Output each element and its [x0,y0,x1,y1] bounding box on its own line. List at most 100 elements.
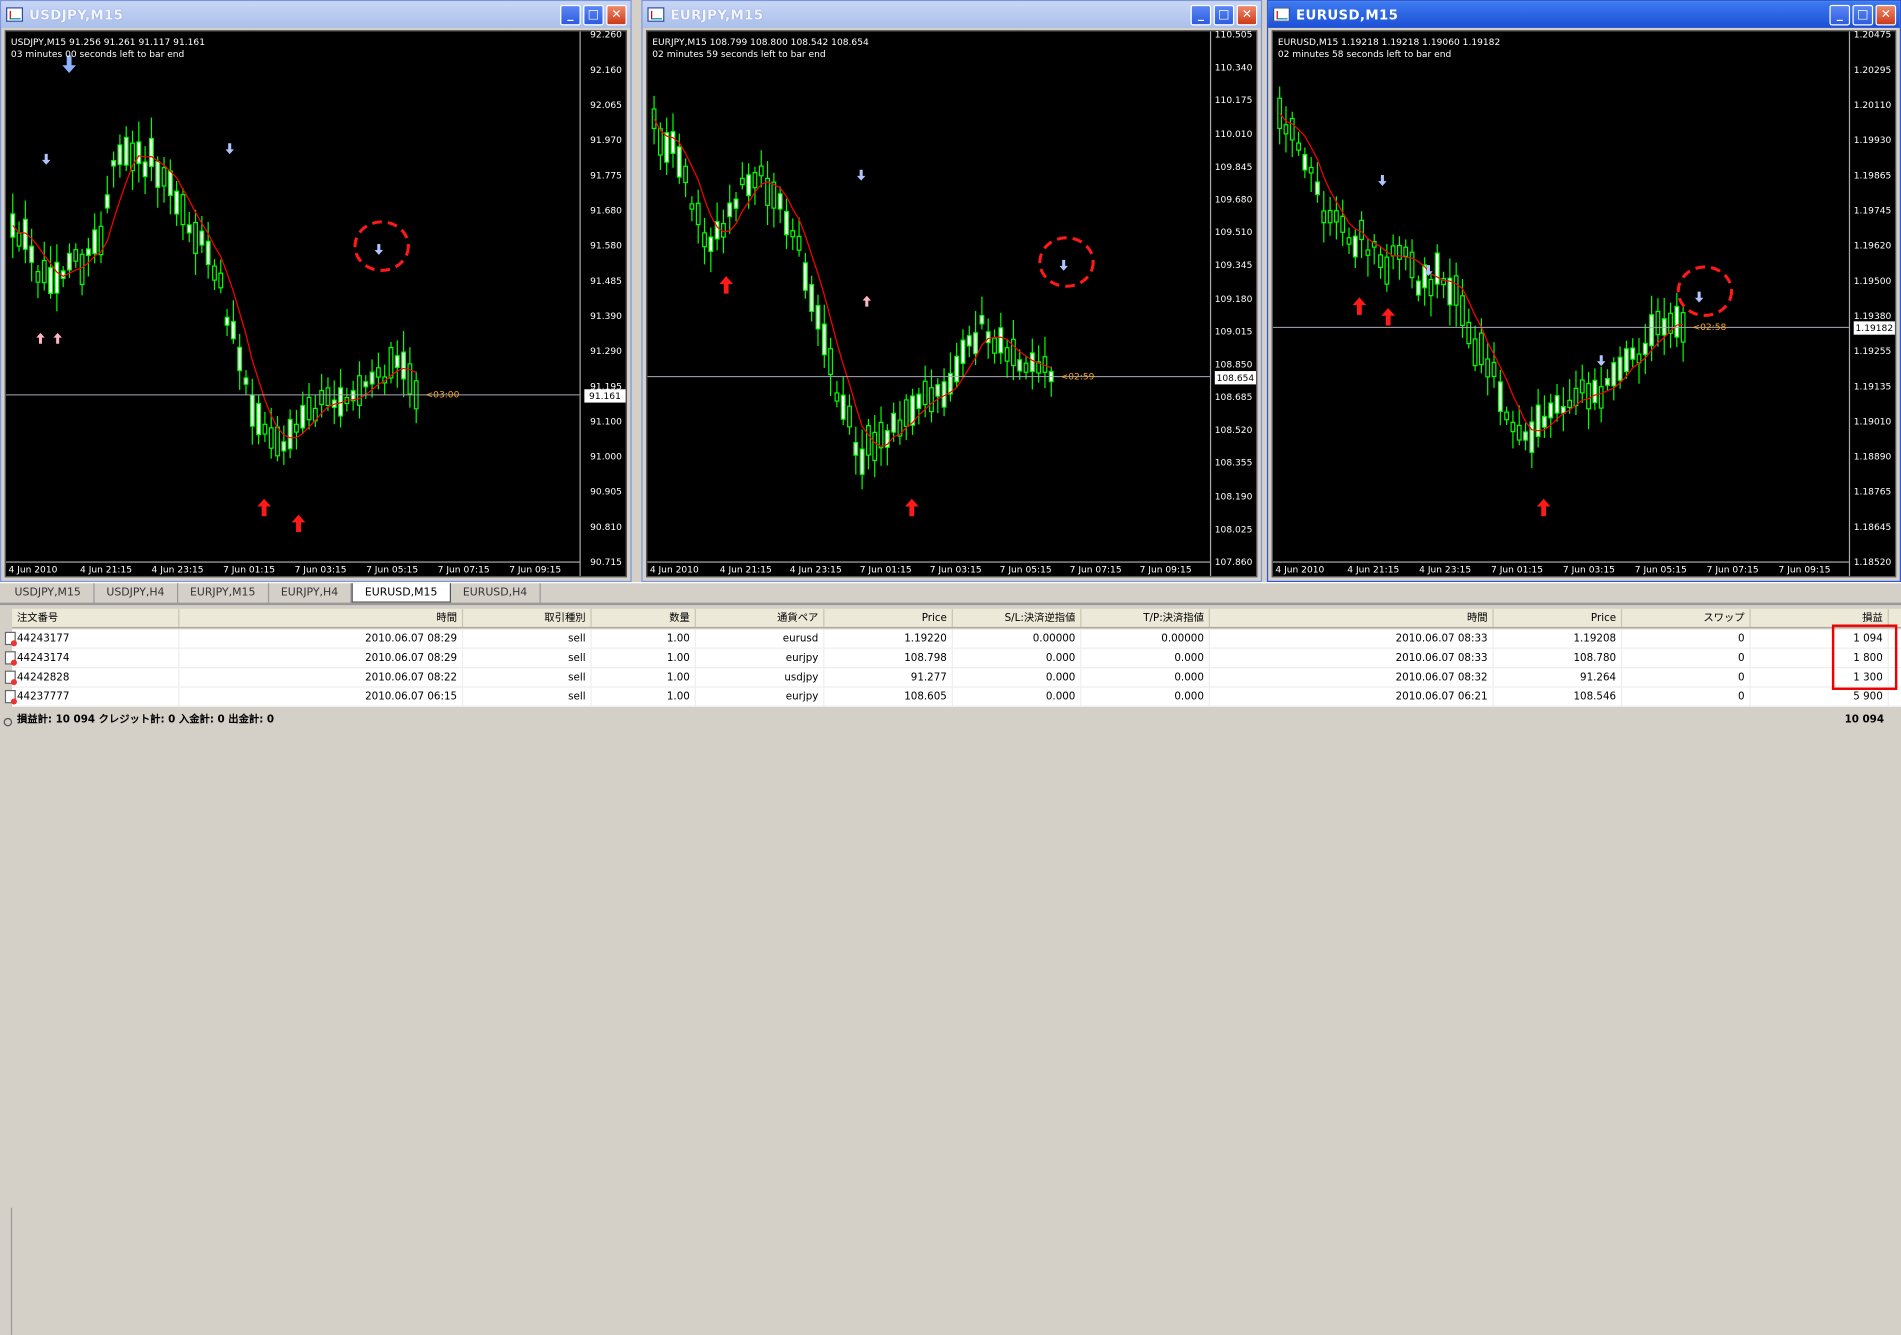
candle-body [1346,237,1352,245]
buy-arrow-icon [719,276,733,294]
price-tick-label: 1.19500 [1853,275,1892,287]
cell-sl: 0.000 [953,648,1082,667]
price-tick-label: 110.175 [1214,95,1253,106]
status-icon [3,717,13,727]
candle-body [1460,295,1465,327]
candle-body [293,423,299,433]
maximize-button[interactable]: □ [1213,4,1235,26]
time-tick-label: 7 Jun 01:15 [859,563,912,575]
candle-body [1642,342,1648,356]
price-tick-label: 91.000 [590,451,622,463]
candle-body [1023,362,1029,373]
col-tp[interactable]: T/P:決済指値 [1081,608,1210,627]
candle-body [306,396,312,421]
ohlc-readout: EURUSD,M15 1.19218 1.19218 1.19060 1.191… [1277,36,1501,60]
candle-body [123,136,129,166]
minimize-button[interactable]: _ [560,4,581,26]
price-tick-label: 110.340 [1214,62,1253,73]
candle-body [771,181,777,209]
candle-body [1548,402,1554,419]
maximize-button[interactable]: □ [583,4,604,26]
candle-body [1397,244,1402,260]
title-bar[interactable]: USDJPY,M15 _ □ ✕ [1,1,631,28]
candle-body [1333,210,1339,223]
chart-window-eurjpy[interactable]: EURJPY,M15 _ □ ✕ EURJPY,M15 108.799 108.… [641,0,1263,583]
cell-close-price: 108.780 [1494,648,1623,667]
time-tick-label: 4 Jun 2010 [8,563,58,575]
minimize-button[interactable]: _ [1829,4,1851,26]
tab-eurusd-m15[interactable]: EURUSD,M15 [351,583,451,603]
table-row[interactable]: 44243174 2010.06.07 08:29 sell 1.00 eurjpy 10… [12,648,1901,669]
price-scale[interactable]: 92.260 92.160 92.065 91.970 91.775 91.680 91.5… [579,29,626,576]
tab-usdjpy-m15[interactable]: USDJPY,M15 [2,583,95,603]
time-tick-label: 7 Jun 05:15 [366,563,419,575]
time-tick-label: 4 Jun 21:15 [719,563,772,575]
candle-body [777,193,783,210]
sell-arrow-icon [1059,259,1068,271]
candle-body [319,389,325,406]
current-price-label: 108.654 [1214,370,1257,384]
col-volume[interactable]: 数量 [592,608,696,627]
table-row[interactable]: 44243177 2010.06.07 08:29 sell 1.00 eurusd 1.… [12,629,1901,649]
price-tick-label: 108.355 [1214,457,1253,469]
price-scale[interactable]: 110.505 110.340 110.175 110.010 109.845 109.6… [1209,29,1257,576]
candle-body [180,194,186,226]
footer-summary: 損益計: 10 094 クレジット計: 0 入金計: 0 出金計: 0 [16,714,275,727]
cell-open-price: 1.19220 [824,629,953,648]
terminal-side-strip[interactable] [0,1207,13,1335]
time-scale[interactable]: 4 Jun 2010 4 Jun 21:15 4 Jun 23:15 7 Jun 01… [6,561,580,576]
col-order[interactable]: 注文番号 [12,608,180,627]
time-scale[interactable]: 4 Jun 2010 4 Jun 21:15 4 Jun 23:15 7 Jun 01… [1272,561,1849,576]
close-button[interactable]: ✕ [606,4,627,26]
order-icon [4,651,17,666]
candle-body [1029,352,1035,373]
col-sl[interactable]: S/L:決済逆指値 [953,608,1082,627]
price-chart[interactable]: USDJPY,M15 91.256 91.261 91.117 91.161 03… [4,29,627,578]
title-bar[interactable]: EURUSD,M15 _ □ ✕ [1268,1,1900,28]
candle-body [960,339,966,364]
tab-eurjpy-m15[interactable]: EURJPY,M15 [178,583,269,603]
candle-body [1485,358,1491,378]
candle-body [784,210,789,236]
price-tick-label: 91.580 [590,240,622,252]
col-type[interactable]: 取引種別 [463,608,592,627]
candle-body [407,363,413,395]
col-open-price[interactable]: Price [824,608,953,627]
table-row[interactable]: 44237777 2010.06.07 06:15 sell 1.00 eurjpy 10… [12,687,1901,707]
col-open-time[interactable]: 時間 [179,608,464,627]
col-close-price[interactable]: Price [1494,608,1623,627]
price-tick-label: 1.18890 [1853,451,1892,463]
close-button[interactable]: ✕ [1236,4,1258,26]
candle-body [1384,256,1390,285]
maximize-button[interactable]: □ [1852,4,1874,26]
tab-eurusd-h4[interactable]: EURUSD,H4 [451,583,541,603]
candle-body [695,202,701,226]
candle-body [73,249,79,262]
col-symbol[interactable]: 通貨ペア [696,608,825,627]
candle-body [1567,399,1573,409]
candle-body [1554,395,1560,414]
close-button[interactable]: ✕ [1875,4,1897,26]
window-title: EURUSD,M15 [1296,6,1399,23]
candle-body [275,426,280,457]
candle-body [149,137,154,167]
buy-arrow-icon [291,514,306,533]
price-chart[interactable]: EURJPY,M15 108.799 108.800 108.542 108.6… [646,29,1258,578]
time-scale[interactable]: 4 Jun 2010 4 Jun 21:15 4 Jun 23:15 7 Jun 01… [647,561,1210,576]
chart-window-usdjpy[interactable]: USDJPY,M15 _ □ ✕ USDJPY,M15 91.256 91.26… [0,0,632,583]
minimize-button[interactable]: _ [1190,4,1212,26]
col-swap[interactable]: スワップ [1622,608,1751,627]
cell-open-time: 2010.06.07 08:29 [179,629,464,648]
tab-eurjpy-h4[interactable]: EURJPY,H4 [269,583,352,603]
title-bar[interactable]: EURJPY,M15 _ □ ✕ [642,1,1261,28]
col-close-time[interactable]: 時間 [1210,608,1494,627]
price-chart[interactable]: EURUSD,M15 1.19218 1.19218 1.19060 1.191… [1271,29,1897,578]
chart-window-eurusd[interactable]: EURUSD,M15 _ □ ✕ EURUSD,M15 1.19218 1.19… [1266,0,1901,583]
candle-body [212,265,217,281]
table-row[interactable]: 44242828 2010.06.07 08:22 sell 1.00 usdjpy 91… [12,668,1901,688]
price-scale[interactable]: 1.20475 1.20295 1.20110 1.19930 1.19865 1.197… [1848,29,1895,576]
highlight-circle [353,220,410,272]
tab-usdjpy-h4[interactable]: USDJPY,H4 [94,583,178,603]
price-tick-label: 109.345 [1214,259,1253,271]
order-icon [4,631,17,647]
